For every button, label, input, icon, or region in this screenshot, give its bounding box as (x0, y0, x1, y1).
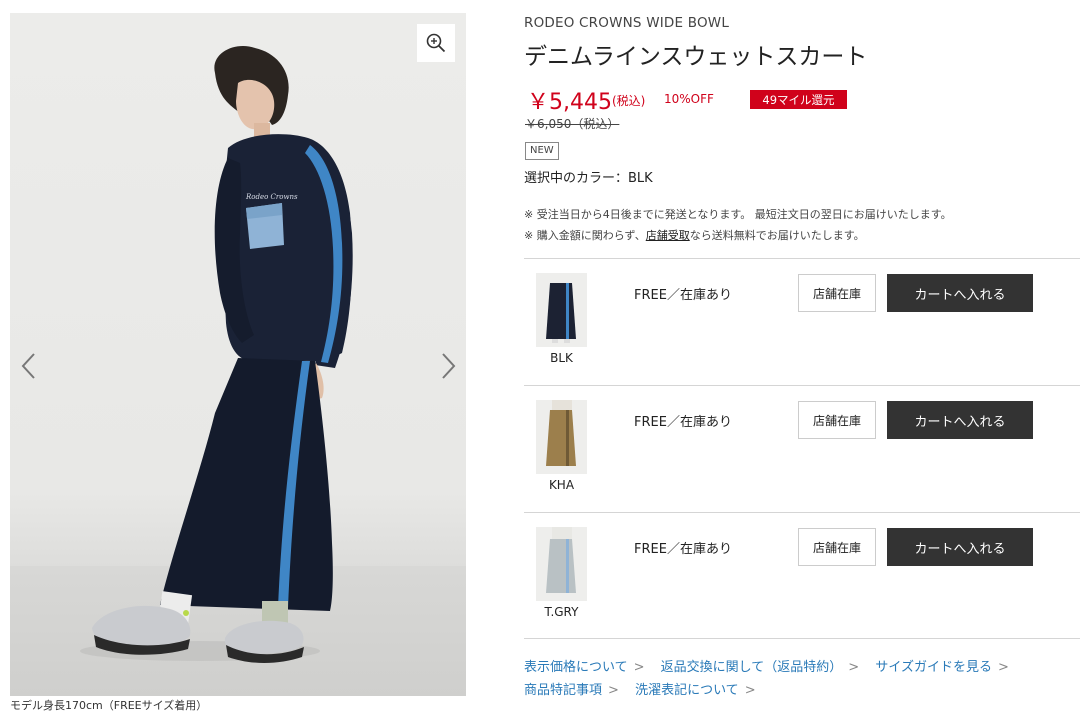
chevron-right-icon (442, 353, 456, 379)
variant-stock: FREE／在庫あり (634, 415, 732, 430)
link-label: サイズガイドを見る (875, 660, 992, 675)
price-display-link[interactable]: 表示価格について > (524, 660, 645, 675)
variant-list: BLK FREE／在庫あり 店舗在庫 カートへ入れる KHA FREE／在庫あり… (524, 258, 1080, 639)
link-label: 表示価格について (524, 660, 628, 675)
store-pickup-link[interactable]: 店舗受取 (646, 229, 690, 242)
new-badge: NEW (525, 142, 559, 160)
chevron-right-icon: > (744, 683, 756, 698)
discount-label: 10%OFF (664, 92, 714, 106)
variant-color: KHA (548, 478, 575, 492)
chevron-left-icon (21, 353, 35, 379)
info-links: 表示価格について > 返品交換に関して（返品特約） > サイズガイドを見る > 商品特… (524, 656, 1021, 702)
store-stock-button[interactable]: 店舗在庫 (798, 528, 876, 566)
info-links-row-2: 商品特記事項 > 洗濯表記について > (524, 679, 1021, 702)
brand-name[interactable]: RODEO CROWNS WIDE BOWL (524, 15, 729, 31)
chevron-right-icon: > (848, 660, 860, 675)
selected-color: 選択中のカラー：BLK (524, 171, 653, 186)
shipping-note: ※ 受注当日から4日後までに発送となります。 最短注文日の翌日にお届けいたします… (524, 208, 952, 221)
link-label: 商品特記事項 (524, 683, 603, 698)
chevron-right-icon: > (633, 660, 645, 675)
product-title: デニムラインスウェットスカート (524, 44, 868, 70)
miles-badge: 49マイル還元 (750, 90, 847, 109)
info-links-row-1: 表示価格について > 返品交換に関して（返品特約） > サイズガイドを見る > (524, 656, 1021, 679)
variant-row: KHA FREE／在庫あり 店舗在庫 カートへ入れる (524, 385, 1080, 512)
add-to-cart-button[interactable]: カートへ入れる (887, 401, 1033, 439)
chevron-right-icon: > (997, 660, 1009, 675)
add-to-cart-button[interactable]: カートへ入れる (887, 528, 1033, 566)
model-photo: Rodeo Crowns (80, 45, 353, 663)
variant-color: T.GRY (544, 605, 579, 619)
zoom-button[interactable] (417, 24, 455, 62)
gallery-prev-button[interactable] (14, 346, 44, 386)
variant-row: BLK FREE／在庫あり 店舗在庫 カートへ入れる (524, 258, 1080, 385)
note-suffix: なら送料無料でお届けいたします。 (689, 229, 865, 242)
variant-stock: FREE／在庫あり (634, 542, 732, 557)
variant-thumb-image (536, 273, 587, 347)
returns-link[interactable]: 返品交換に関して（返品特約） > (661, 660, 860, 675)
sale-price: ￥5,445 (527, 90, 612, 115)
variant-stock: FREE／在庫あり (634, 288, 732, 303)
store-stock-button[interactable]: 店舗在庫 (798, 274, 876, 312)
note-prefix: ※ 購入金額に関わらず、 (524, 229, 646, 242)
svg-text:Rodeo Crowns: Rodeo Crowns (245, 193, 298, 201)
original-price: ￥6,050（税込） (525, 117, 620, 131)
add-to-cart-button[interactable]: カートへ入れる (887, 274, 1033, 312)
variant-row: T.GRY FREE／在庫あり 店舗在庫 カートへ入れる (524, 512, 1080, 639)
gallery-next-button[interactable] (433, 346, 463, 386)
variant-thumbnail[interactable] (536, 273, 587, 347)
size-guide-link[interactable]: サイズガイドを見る > (875, 660, 1009, 675)
store-pickup-note: ※ 購入金額に関わらず、店舗受取なら送料無料でお届けいたします。 (524, 225, 952, 246)
variant-thumb-image (536, 527, 587, 601)
product-image-gallery: Rodeo Crowns (10, 13, 466, 696)
link-label: 返品交換に関して（返品特約） (660, 660, 843, 675)
shipping-notes: ※ 受注当日から4日後までに発送となります。 最短注文日の翌日にお届けいたします… (524, 204, 952, 246)
variant-thumbnail[interactable] (536, 400, 587, 474)
chevron-right-icon: > (608, 683, 619, 698)
variant-color: BLK (550, 351, 573, 365)
care-label-link[interactable]: 洗濯表記について > (635, 683, 756, 698)
variant-thumbnail[interactable] (536, 527, 587, 601)
zoom-in-icon (426, 33, 446, 53)
price-row: ￥5,445 (税込) 10%OFF 49マイル還元 (524, 84, 1080, 115)
product-notes-link[interactable]: 商品特記事項 > (524, 683, 619, 698)
tax-label: (税込) (612, 94, 646, 108)
variant-thumb-image (536, 400, 587, 474)
store-stock-button[interactable]: 店舗在庫 (798, 401, 876, 439)
model-caption: モデル身長170cm（FREEサイズ着用） (10, 699, 208, 712)
link-label: 洗濯表記について (635, 683, 739, 698)
